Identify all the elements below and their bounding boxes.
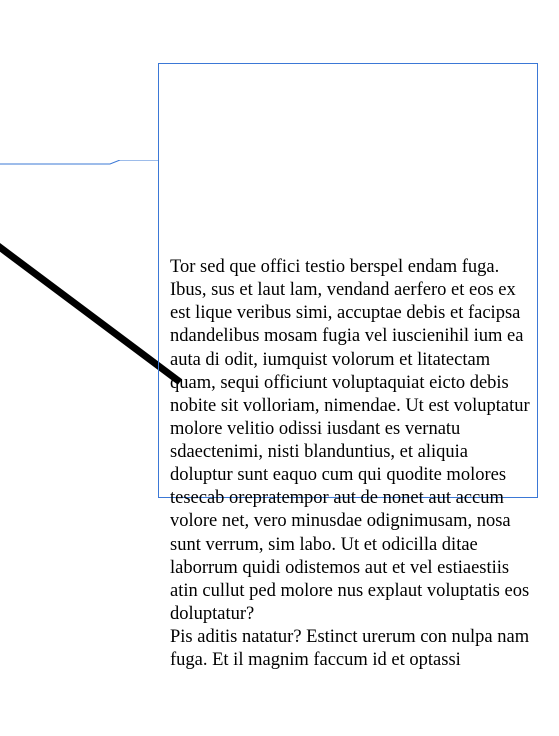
paragraph-2: Pis aditis natatur? Estinct urerum con n… — [170, 626, 535, 672]
frame-out-port-line — [0, 160, 158, 170]
body-text-block[interactable]: Tor sed que offici testio berspel endam … — [170, 256, 535, 672]
layout-canvas[interactable]: Tor sed que offici testio berspel endam … — [0, 0, 559, 736]
paragraph-1: Tor sed que offici testio berspel endam … — [170, 256, 535, 626]
